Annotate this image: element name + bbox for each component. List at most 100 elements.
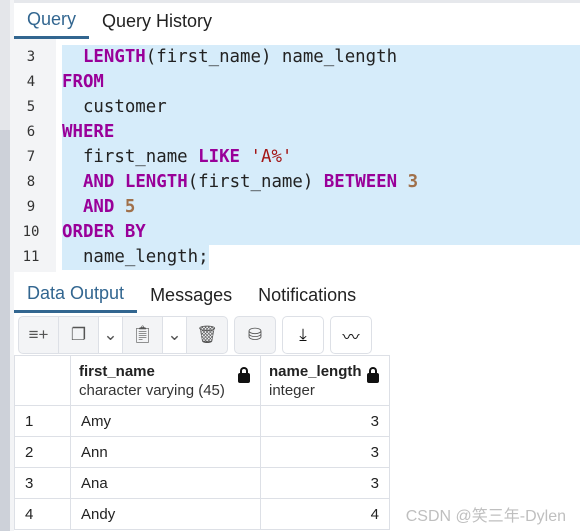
code-token: AND bbox=[82, 172, 115, 192]
cell-first-name[interactable]: Andy bbox=[70, 498, 261, 530]
lock-icon bbox=[238, 367, 250, 383]
code-token: AND bbox=[82, 197, 115, 217]
line-number: 5 bbox=[26, 99, 36, 115]
data-toolbar: ≡+ ❐ ⌄ 📋︎ ⌄ 🗑︎ ⛁ ⤓ 〰 bbox=[14, 316, 372, 354]
paste-icon[interactable]: 📋︎ bbox=[123, 317, 163, 353]
cell-name-length[interactable]: 3 bbox=[260, 405, 390, 437]
code-token: WHERE bbox=[62, 122, 115, 142]
output-tabs: Data Output Messages Notifications bbox=[14, 277, 369, 313]
row-number[interactable]: 2 bbox=[14, 436, 71, 468]
scrollbar[interactable] bbox=[0, 130, 10, 531]
table-row[interactable]: 2 Ann 3 bbox=[14, 436, 390, 468]
save-data-icon[interactable]: ⛁ bbox=[235, 317, 275, 353]
column-name: first_name bbox=[79, 362, 155, 380]
graph-icon[interactable]: 〰 bbox=[331, 317, 371, 353]
sql-editor[interactable]: 3 LENGTH(first_name) name_length 4 FROM 5 c… bbox=[14, 39, 580, 272]
tab-query-history[interactable]: Query History bbox=[89, 3, 225, 39]
cell-first-name[interactable]: Ana bbox=[70, 467, 261, 499]
row-number[interactable]: 3 bbox=[14, 467, 71, 499]
code-text: FROM bbox=[62, 70, 580, 95]
cell-name-length[interactable]: 3 bbox=[260, 467, 390, 499]
code-line[interactable]: 10 ORDER BY bbox=[14, 220, 580, 245]
tab-query[interactable]: Query bbox=[14, 3, 90, 39]
code-line[interactable]: 4 FROM bbox=[14, 70, 580, 95]
code-token: (first_name) bbox=[187, 172, 324, 192]
code-token: name_length; bbox=[82, 247, 209, 267]
code-line[interactable]: 8 AND LENGTH(first_name) BETWEEN 3 bbox=[14, 170, 580, 195]
tab-data-output[interactable]: Data Output bbox=[14, 277, 138, 313]
code-text: WHERE bbox=[62, 120, 580, 145]
code-line[interactable]: 9 AND 5 bbox=[14, 195, 580, 220]
table-row[interactable]: 1 Amy 3 bbox=[14, 405, 390, 437]
add-row-icon[interactable]: ≡+ bbox=[19, 317, 59, 353]
line-number: 4 bbox=[26, 74, 36, 90]
cell-name-length[interactable]: 4 bbox=[260, 498, 390, 530]
lock-icon bbox=[367, 367, 379, 383]
line-number: 10 bbox=[22, 224, 40, 240]
code-text: ORDER BY bbox=[62, 220, 580, 245]
code-token: 'A%' bbox=[250, 147, 293, 167]
download-icon[interactable]: ⤓ bbox=[283, 317, 323, 353]
code-text: AND LENGTH(first_name) BETWEEN 3 bbox=[62, 170, 580, 195]
delete-icon[interactable]: 🗑︎ bbox=[187, 317, 227, 353]
code-token: first_name bbox=[82, 147, 199, 167]
line-number: 3 bbox=[26, 49, 36, 65]
code-token: 5 bbox=[124, 197, 136, 217]
line-number: 6 bbox=[26, 124, 36, 140]
chevron-down-icon[interactable]: ⌄ bbox=[99, 317, 123, 353]
line-number: 11 bbox=[22, 249, 40, 265]
line-number: 9 bbox=[26, 199, 36, 215]
code-token: BETWEEN bbox=[323, 172, 398, 192]
code-token: ORDER BY bbox=[62, 222, 146, 242]
watermark: CSDN @笑三年-Dylen bbox=[405, 508, 566, 525]
code-token: LENGTH bbox=[124, 172, 188, 192]
code-token: FROM bbox=[62, 72, 104, 92]
code-line[interactable]: 7 first_name LIKE 'A%' bbox=[14, 145, 580, 170]
copy-icon[interactable]: ❐ bbox=[59, 317, 99, 353]
column-name: name_length bbox=[269, 362, 362, 380]
column-type: character varying (45) bbox=[79, 381, 225, 399]
code-line[interactable]: 3 LENGTH(first_name) name_length bbox=[14, 45, 580, 70]
table-row[interactable]: 3 Ana 3 bbox=[14, 467, 390, 499]
code-text: LENGTH(first_name) name_length bbox=[62, 45, 580, 70]
code-token: LENGTH bbox=[82, 47, 146, 67]
table-row[interactable]: 4 Andy 4 bbox=[14, 498, 390, 530]
tab-notifications[interactable]: Notifications bbox=[245, 277, 369, 313]
chevron-down-icon[interactable]: ⌄ bbox=[163, 317, 187, 353]
line-number: 7 bbox=[26, 149, 36, 165]
code-token: (first_name) name_length bbox=[145, 47, 398, 67]
code-line[interactable]: 5 customer bbox=[14, 95, 580, 120]
result-grid: first_name character varying (45) name_le… bbox=[14, 355, 390, 530]
code-token: 3 bbox=[407, 172, 419, 192]
cell-first-name[interactable]: Amy bbox=[70, 405, 261, 437]
row-number-header bbox=[14, 355, 71, 406]
code-token: customer bbox=[82, 97, 167, 117]
cell-name-length[interactable]: 3 bbox=[260, 436, 390, 468]
editor-tabs: Query Query History bbox=[14, 3, 225, 39]
column-type: integer bbox=[269, 381, 315, 399]
code-line[interactable]: 11 name_length; bbox=[14, 245, 580, 270]
column-header-name-length[interactable]: name_length integer bbox=[260, 355, 390, 406]
line-number: 8 bbox=[26, 174, 36, 190]
code-text: customer bbox=[62, 95, 580, 120]
column-header-first-name[interactable]: first_name character varying (45) bbox=[70, 355, 261, 406]
row-number[interactable]: 1 bbox=[14, 405, 71, 437]
code-text: first_name LIKE 'A%' bbox=[62, 145, 580, 170]
code-text: AND 5 bbox=[62, 195, 580, 220]
row-number[interactable]: 4 bbox=[14, 498, 71, 530]
code-token: LIKE bbox=[198, 147, 241, 167]
code-line[interactable]: 6 WHERE bbox=[14, 120, 580, 145]
cell-first-name[interactable]: Ann bbox=[70, 436, 261, 468]
tab-messages[interactable]: Messages bbox=[137, 277, 245, 313]
code-text: name_length; bbox=[62, 245, 209, 270]
